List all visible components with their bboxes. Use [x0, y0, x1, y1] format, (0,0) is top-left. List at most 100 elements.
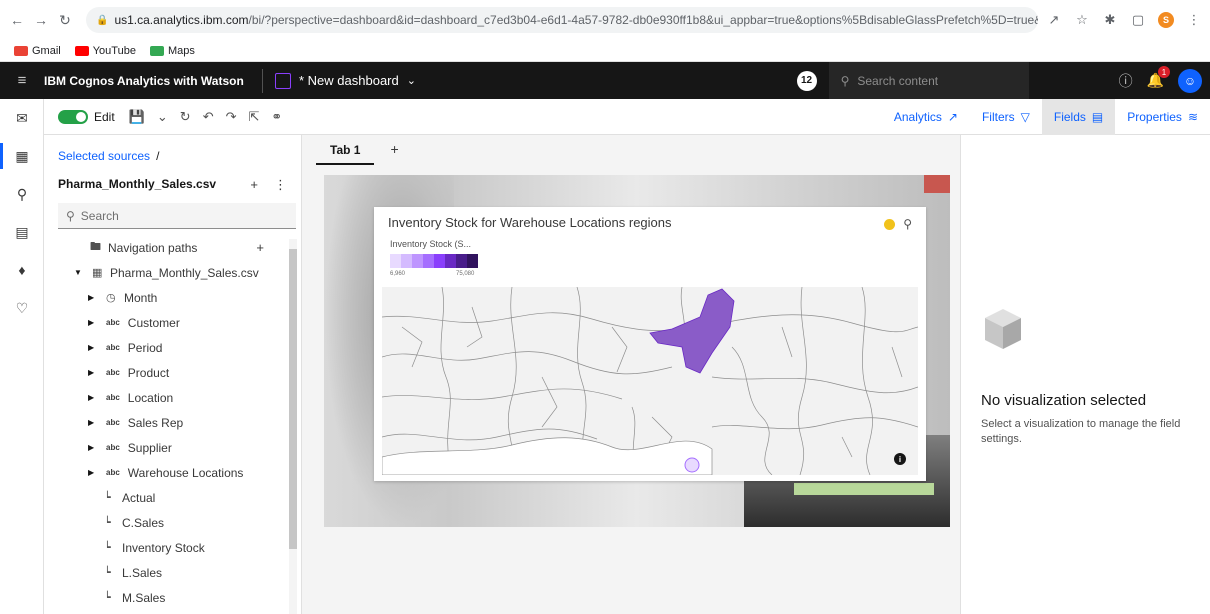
bookmarks-bar: Gmail YouTube Maps: [0, 40, 1210, 62]
bell-icon[interactable]: 🔔 1: [1147, 66, 1170, 89]
reload-icon[interactable]: ↻: [56, 11, 74, 29]
caret-down-icon[interactable]: ▼: [74, 268, 84, 277]
overflow-menu-icon[interactable]: ⋮: [274, 177, 287, 193]
breadcrumb[interactable]: Selected sources /: [58, 149, 159, 163]
choropleth-map[interactable]: i: [382, 287, 918, 475]
tree-item-actual[interactable]: ┕ Actual: [44, 485, 284, 510]
tree-item-l-sales[interactable]: ┕ L.Sales: [44, 560, 284, 585]
address-bar[interactable]: 🔒 us1.ca.analytics.ibm.com /bi/?perspect…: [86, 7, 1038, 33]
tree-item-location[interactable]: ▶ abc Location: [44, 385, 284, 410]
assistant-badge[interactable]: 12: [796, 70, 817, 91]
tree-item-supplier[interactable]: ▶ abc Supplier: [44, 435, 284, 460]
pin-icon[interactable]: ⚲: [0, 175, 44, 213]
url-path: /bi/?perspective=dashboard&id=dashboard_…: [248, 13, 1038, 27]
extensions-icon[interactable]: ✱: [1102, 12, 1118, 28]
tree-item-sales-rep[interactable]: ▶ abc Sales Rep: [44, 410, 284, 435]
caret-right-icon[interactable]: ▶: [88, 343, 98, 352]
dashboard-background-image: Inventory Stock for Warehouse Locations …: [324, 175, 950, 527]
fields-button[interactable]: Fields ▤: [1041, 98, 1116, 135]
tree-item-period[interactable]: ▶ abc Period: [44, 335, 284, 360]
share-icon[interactable]: ↗: [1046, 12, 1062, 28]
caret-right-icon[interactable]: ▶: [88, 418, 98, 427]
properties-button[interactable]: Properties ≋: [1115, 99, 1210, 135]
caret-right-icon[interactable]: ▶: [88, 318, 98, 327]
menu-dots-icon[interactable]: ⋮: [1186, 12, 1202, 28]
save-chevron-icon[interactable]: ⌄: [157, 109, 168, 125]
tree-scrollbar[interactable]: [289, 239, 297, 614]
highlighted-region[interactable]: [649, 288, 735, 374]
star-icon[interactable]: ☆: [1074, 12, 1090, 28]
fields-panel: No visualization selected Select a visua…: [960, 135, 1210, 614]
tree-item-month[interactable]: ▶ ◷ Month: [44, 285, 284, 310]
fullscreen-icon[interactable]: ⇱: [249, 109, 260, 125]
share-icon[interactable]: ↻: [180, 109, 191, 125]
visualizations-icon[interactable]: ▤: [0, 213, 44, 251]
add-path-icon[interactable]: +: [256, 240, 264, 255]
caret-right-icon[interactable]: ▶: [88, 293, 98, 302]
measure-icon: ┕: [104, 567, 111, 579]
left-rail: ✉ ▦ ⚲ ▤ ♦ ♡: [0, 99, 44, 614]
widgets-icon[interactable]: ♦: [0, 251, 44, 289]
profile-avatar[interactable]: S: [1158, 12, 1174, 28]
map-visualization[interactable]: Inventory Stock for Warehouse Locations …: [374, 207, 926, 481]
tree-item-product[interactable]: ▶ abc Product: [44, 360, 284, 385]
info-icon[interactable]: i: [894, 453, 906, 465]
caret-right-icon[interactable]: ▶: [88, 443, 98, 452]
tree-scrollbar-thumb[interactable]: [289, 249, 297, 549]
maps-icon: [149, 45, 164, 56]
legend-swatch: [456, 254, 467, 268]
tree-item-navigation-paths[interactable]: 🖿 Navigation paths +: [44, 235, 284, 260]
caret-right-icon[interactable]: ▶: [88, 393, 98, 402]
edit-toggle[interactable]: [58, 109, 88, 124]
dashboard-title[interactable]: * New dashboard: [299, 73, 399, 88]
app-header: ≡ IBM Cognos Analytics with Watson * New…: [0, 62, 1210, 99]
bookmark-gmail[interactable]: Gmail: [14, 45, 61, 57]
undo-icon[interactable]: ↶: [203, 109, 214, 125]
user-avatar[interactable]: ☺: [1178, 68, 1202, 93]
text-field-icon: abc: [106, 418, 120, 427]
tree-item-inventory-stock[interactable]: ┕ Inventory Stock: [44, 535, 284, 560]
tree-item-c-sales[interactable]: ┕ C.Sales: [44, 510, 284, 535]
edit-label: Edit: [94, 109, 115, 124]
filters-button[interactable]: Filters ▽: [970, 99, 1042, 135]
measure-icon: ┕: [104, 542, 111, 554]
save-icon[interactable]: 💾: [129, 109, 145, 125]
tab-1[interactable]: Tab 1: [316, 137, 375, 165]
bookmark-maps[interactable]: Maps: [149, 45, 195, 57]
legend-swatch: [445, 254, 456, 268]
bookmark-youtube[interactable]: YouTube: [74, 45, 136, 57]
add-tab-button[interactable]: +: [390, 141, 398, 165]
data-sources-icon[interactable]: ▦: [0, 137, 44, 175]
text-field-icon: abc: [106, 393, 120, 402]
legend-swatch: [434, 254, 445, 268]
comment-icon[interactable]: ✉: [0, 99, 44, 137]
hamburger-menu-icon[interactable]: ≡: [0, 72, 44, 89]
search-content-input[interactable]: ⚲ Search content: [828, 62, 1029, 99]
text-field-icon: abc: [106, 343, 120, 352]
legend-max-value: 75,080: [456, 271, 475, 277]
back-icon[interactable]: ←: [8, 11, 26, 29]
tree-item-file[interactable]: ▼ ▦ Pharma_Monthly_Sales.csv: [44, 260, 284, 285]
empty-state-title: No visualization selected: [981, 392, 1147, 409]
tree-item-warehouse-locations[interactable]: ▶ abc Warehouse Locations: [44, 460, 284, 485]
relationships-icon[interactable]: ⚭: [271, 109, 282, 125]
window-icon[interactable]: ▢: [1130, 12, 1146, 28]
redo-icon[interactable]: ↷: [226, 109, 237, 125]
warning-icon[interactable]: [884, 218, 896, 230]
chevron-down-icon[interactable]: ⌄: [407, 74, 416, 87]
search-placeholder: Search: [80, 208, 119, 223]
caret-right-icon[interactable]: ▶: [88, 468, 98, 477]
analytics-button[interactable]: Analytics ↗: [882, 99, 970, 135]
caret-right-icon[interactable]: ▶: [88, 368, 98, 377]
source-name: Pharma_Monthly_Sales.csv: [58, 177, 217, 191]
source-search-input[interactable]: ⚲ Search: [58, 203, 296, 229]
forward-icon[interactable]: →: [32, 11, 50, 29]
small-region-marker[interactable]: [684, 457, 700, 473]
tree-item-m-sales[interactable]: ┕ M.Sales: [44, 585, 284, 610]
notification-count: 1: [1158, 66, 1170, 78]
add-icon[interactable]: +: [250, 177, 258, 193]
tree-item-customer[interactable]: ▶ abc Customer: [44, 310, 284, 335]
help-icon[interactable]: ⓘ: [1119, 71, 1133, 91]
insight-bulb-icon[interactable]: ⚲: [903, 217, 912, 231]
assistant-icon[interactable]: ♡: [0, 289, 44, 327]
